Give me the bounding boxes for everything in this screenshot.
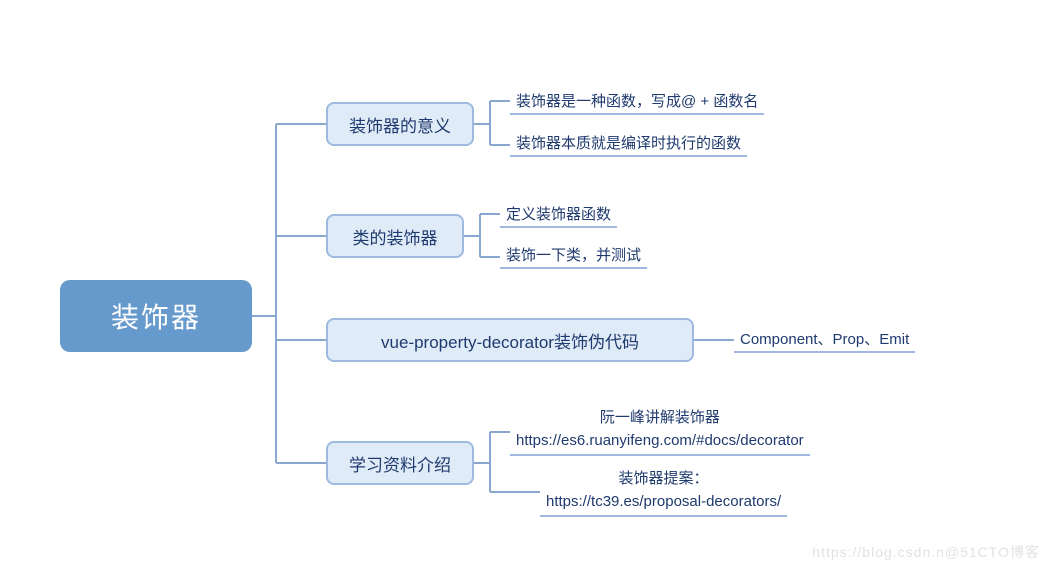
topic-vue-property-decorator: vue-property-decorator装饰伪代码 bbox=[326, 318, 694, 362]
leaf-vue-1-text: Component、Prop、Emit bbox=[740, 328, 909, 349]
topic-class-decorator-label: 类的装饰器 bbox=[353, 224, 438, 249]
leaf-meaning-2-text: 装饰器本质就是编译时执行的函数 bbox=[516, 132, 741, 153]
topic-materials: 学习资料介绍 bbox=[326, 441, 474, 485]
leaf-class-decorator-2: 装饰一下类，并测试 bbox=[500, 244, 647, 269]
leaf-vue-1: Component、Prop、Emit bbox=[734, 328, 915, 353]
leaf-meaning-2: 装饰器本质就是编译时执行的函数 bbox=[510, 132, 747, 157]
leaf-materials-2: 装饰器提案： https://tc39.es/proposal-decorato… bbox=[540, 468, 787, 517]
root-label: 装饰器 bbox=[111, 296, 201, 336]
leaf-materials-1-line2: https://es6.ruanyifeng.com/#docs/decorat… bbox=[516, 432, 804, 449]
leaf-materials-1: 阮一峰讲解装饰器 https://es6.ruanyifeng.com/#doc… bbox=[510, 407, 810, 456]
topic-vue-label: vue-property-decorator装饰伪代码 bbox=[381, 328, 639, 353]
leaf-meaning-1-text: 装饰器是一种函数，写成@ + 函数名 bbox=[516, 90, 758, 111]
leaf-materials-2-line1: 装饰器提案： bbox=[619, 470, 709, 487]
leaf-class-decorator-1: 定义装饰器函数 bbox=[500, 203, 617, 228]
topic-meaning-label: 装饰器的意义 bbox=[349, 112, 451, 137]
topic-class-decorator: 类的装饰器 bbox=[326, 214, 464, 258]
topic-meaning: 装饰器的意义 bbox=[326, 102, 474, 146]
leaf-materials-2-line2: https://tc39.es/proposal-decorators/ bbox=[546, 493, 781, 510]
watermark-text: https://blog.csdn.n@51CTO博客 bbox=[812, 544, 1040, 560]
leaf-class-decorator-2-text: 装饰一下类，并测试 bbox=[506, 244, 641, 265]
topic-materials-label: 学习资料介绍 bbox=[349, 451, 451, 476]
root-node: 装饰器 bbox=[60, 280, 252, 352]
leaf-materials-1-line1: 阮一峰讲解装饰器 bbox=[600, 409, 720, 426]
leaf-meaning-1: 装饰器是一种函数，写成@ + 函数名 bbox=[510, 90, 764, 115]
leaf-class-decorator-1-text: 定义装饰器函数 bbox=[506, 203, 611, 224]
watermark: https://blog.csdn.n@51CTO博客 bbox=[812, 542, 1040, 562]
